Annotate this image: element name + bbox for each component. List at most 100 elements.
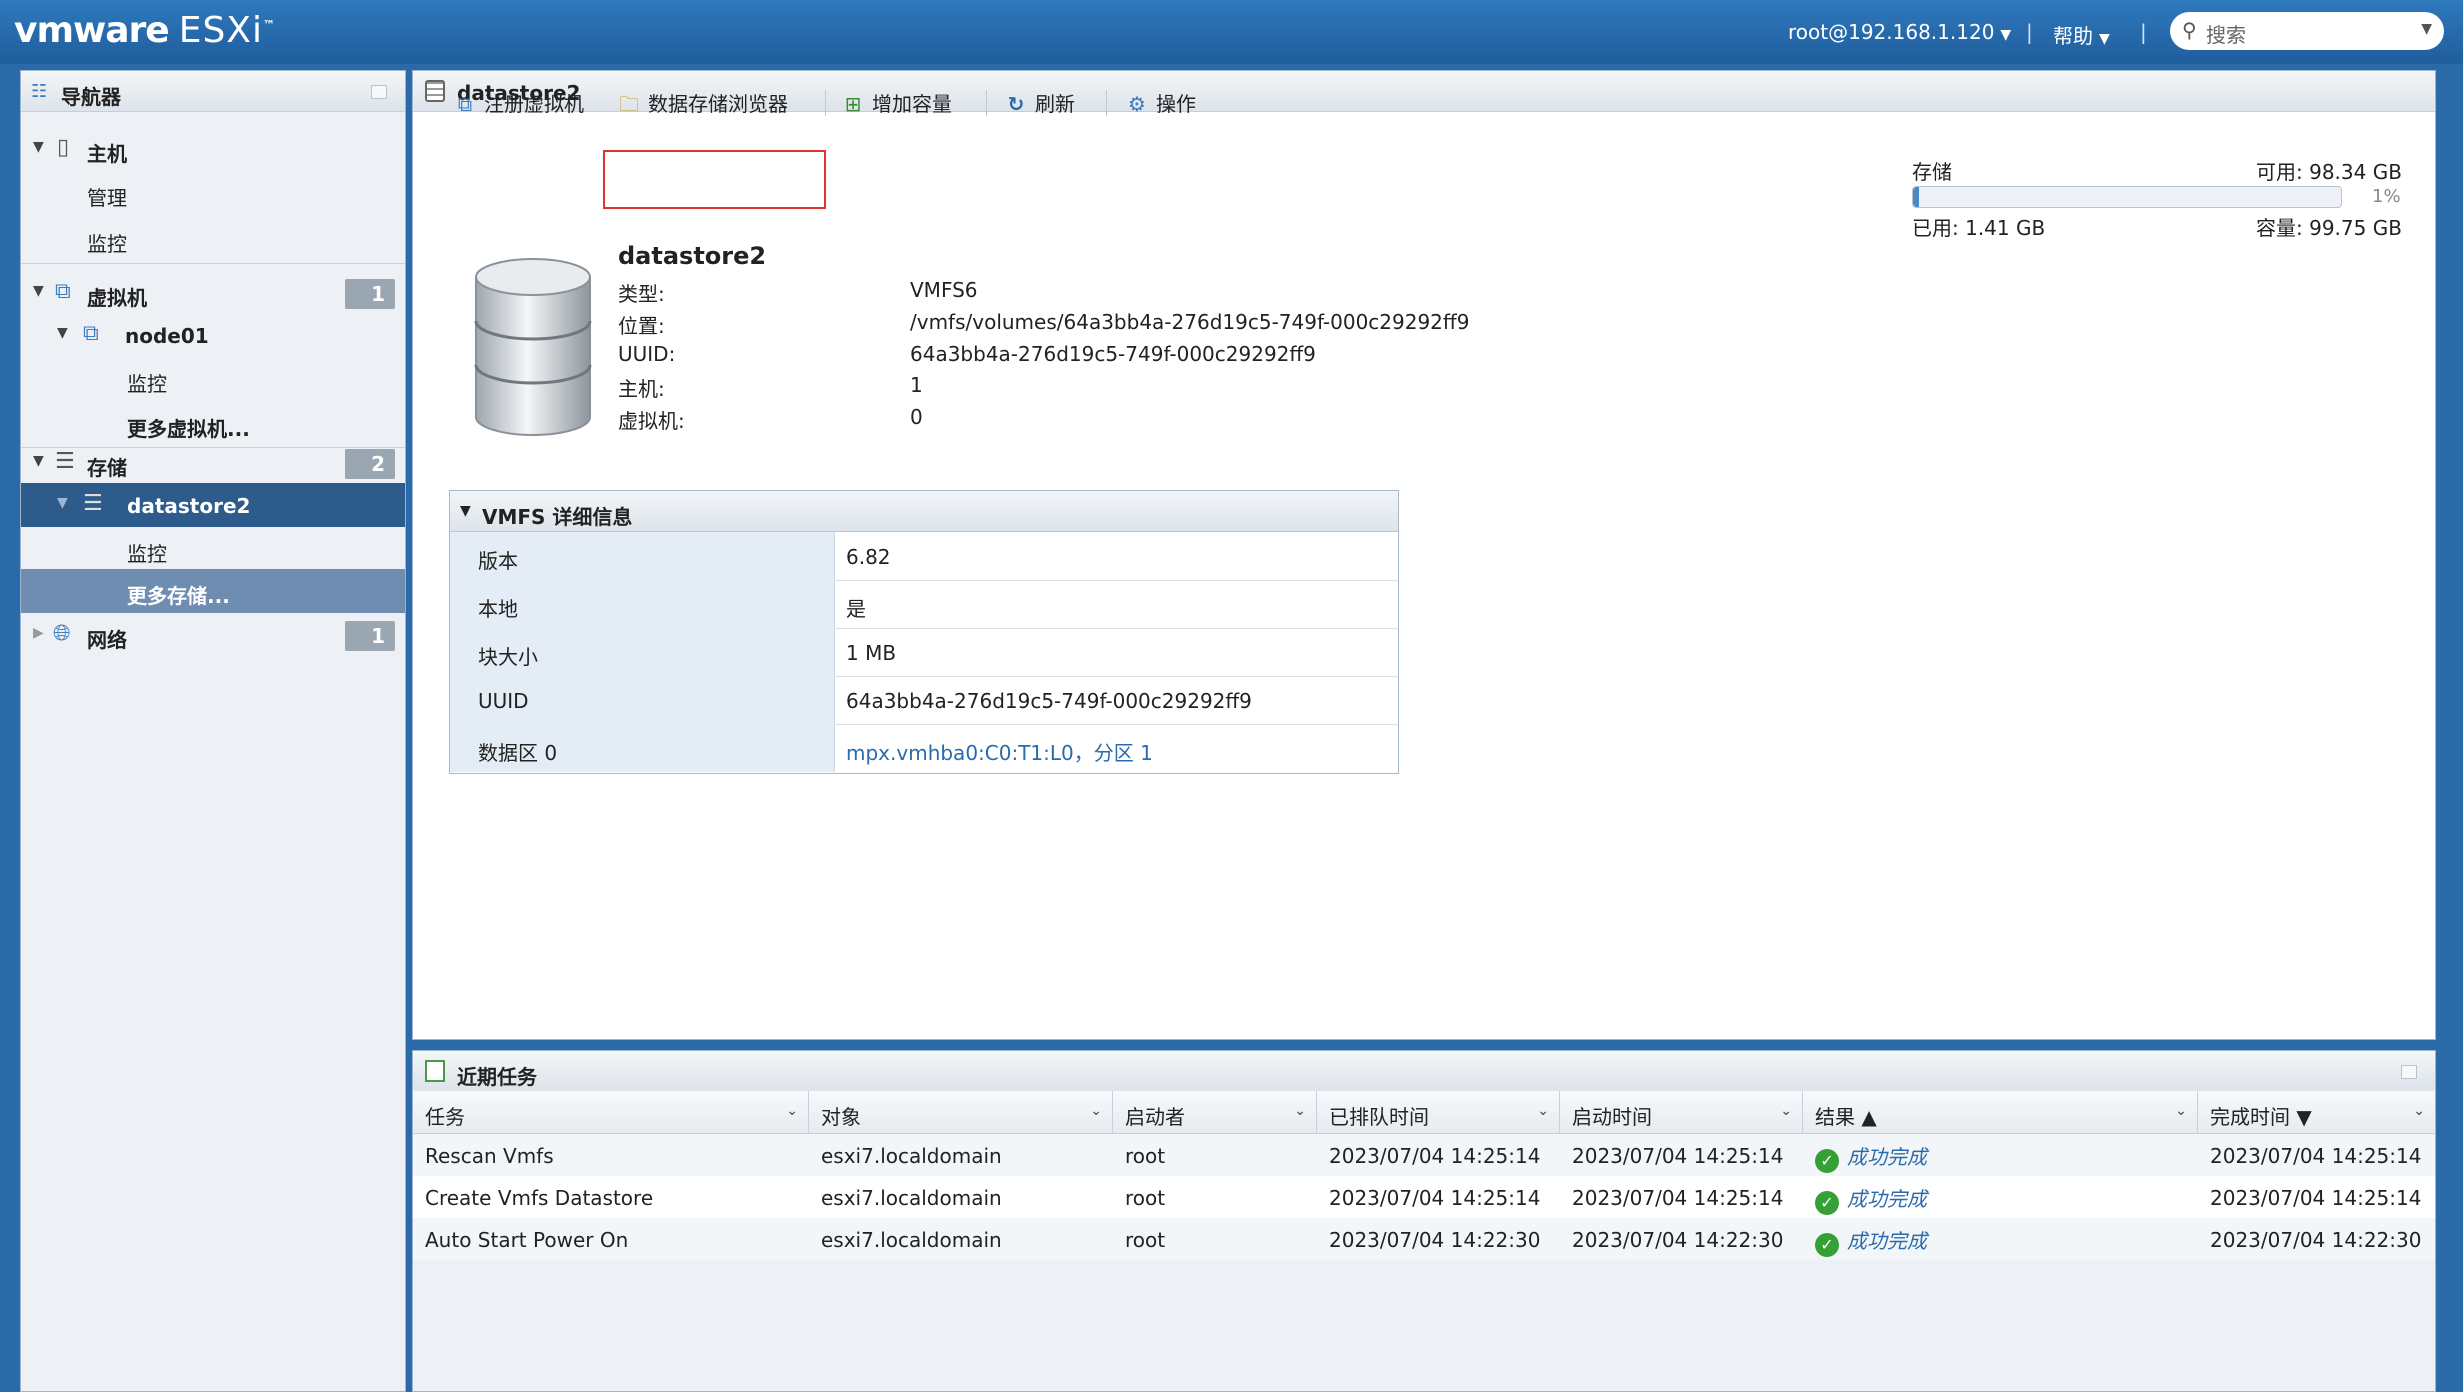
column-header-task[interactable]: 任务 ⌄ (413, 1091, 809, 1133)
vmfs-key: 本地 (478, 597, 518, 621)
navigator-header: ☷ 导航器 (21, 71, 405, 112)
caret-down-icon[interactable]: ▼ (33, 453, 44, 469)
vmfs-row: 块大小 1 MB (450, 628, 1398, 677)
extent-link[interactable]: mpx.vmhba0:C0:T1:L0，分区 1 (846, 737, 1153, 766)
search-placeholder: 搜索 (2206, 23, 2246, 47)
user-menu-label: root@192.168.1.120 (1788, 20, 1995, 44)
task-initiator: root (1125, 1144, 1166, 1168)
column-header-started[interactable]: 启动时间 ⌄ (1560, 1091, 1803, 1133)
nav-item-label: 更多存储... (127, 584, 230, 608)
search-input[interactable]: ⚲ 搜索 ▼ (2170, 12, 2444, 50)
task-target[interactable]: esxi7.localdomain (821, 1144, 1002, 1168)
summary-label: UUID: (618, 342, 676, 366)
task-queued-time: 2023/07/04 14:22:30 (1329, 1228, 1541, 1252)
vm-icon: ⧉ (55, 279, 71, 304)
task-row[interactable]: Auto Start Power On esxi7.localdomain ro… (413, 1218, 2435, 1260)
nav-item-more-vms[interactable]: 更多虚拟机... (21, 402, 405, 446)
summary-value: 1 (910, 373, 923, 397)
nav-item-host-manage[interactable]: 管理 (21, 171, 405, 215)
navigator-icon: ☷ (31, 81, 48, 102)
nav-item-storage[interactable]: ▼ ☰ 存储 2 (21, 441, 405, 485)
chevron-down-icon[interactable]: ⌄ (1090, 1103, 1102, 1119)
user-menu[interactable]: root@192.168.1.120 ▼ (1788, 20, 2011, 44)
nav-item-label: 管理 (87, 186, 127, 210)
help-menu[interactable]: 帮助 ▼ (2053, 20, 2110, 49)
actions-label: 操作 (1156, 92, 1196, 116)
logo-esxi-text: ESXi (178, 10, 263, 51)
nav-item-vms[interactable]: ▼ ⧉ 虚拟机 1 (21, 271, 405, 315)
nav-item-network[interactable]: ▶ 🌐︎ 网络 1 (21, 613, 405, 657)
vmfs-row: 本地 是 (450, 580, 1398, 629)
register-vm-button[interactable]: ⧉ 注册虚拟机 (452, 88, 584, 117)
column-header-result[interactable]: 结果 ▲ ⌄ (1803, 1091, 2198, 1133)
task-name: Auto Start Power On (425, 1228, 629, 1252)
vmfs-key: 数据区 0 (478, 741, 558, 765)
column-header-completed[interactable]: 完成时间 ▼ ⌄ (2198, 1091, 2435, 1133)
refresh-button[interactable]: ↻ 刷新 (1003, 88, 1075, 117)
summary-value: 0 (910, 405, 923, 429)
nav-item-host[interactable]: ▼ ▯ 主机 (21, 127, 405, 171)
chevron-down-icon[interactable]: ⌄ (1780, 1103, 1792, 1119)
summary-value: /vmfs/volumes/64a3bb4a-276d19c5-749f-000… (910, 310, 1470, 334)
nav-item-vm-node01[interactable]: ▼ ⧉ node01 (21, 313, 405, 357)
task-result: 成功完成 (1847, 1145, 1927, 1169)
actions-button[interactable]: ⚙ 操作 (1124, 88, 1196, 117)
increase-capacity-button[interactable]: ⊞ 增加容量 (840, 88, 952, 117)
search-icon: ⚲ (2182, 18, 2197, 42)
caret-down-icon[interactable]: ▼ (57, 325, 68, 341)
caret-down-icon[interactable]: ▼ (57, 495, 68, 511)
summary-label: 类型: (618, 282, 665, 306)
recent-tasks-panel: 近期任务 任务 ⌄ 对象 ⌄ 启动者 ⌄ 已排队时间 ⌄ 启动时间 ⌄ 结果 ▲ ⌄ 完成时… (412, 1050, 2436, 1392)
datastore-name: datastore2 (618, 242, 767, 270)
nav-item-vm-monitor[interactable]: 监控 (21, 357, 405, 401)
task-start-time: 2023/07/04 14:22:30 (1572, 1228, 1784, 1252)
vmfs-details-portlet: ▼ VMFS 详细信息 版本 6.82 本地 是 块大小 1 MB UUID 6… (449, 490, 1399, 774)
minimize-icon[interactable] (371, 85, 387, 99)
chevron-down-icon[interactable]: ▼ (2421, 21, 2432, 37)
caret-down-icon[interactable]: ▼ (33, 283, 44, 299)
column-header-target[interactable]: 对象 ⌄ (809, 1091, 1113, 1133)
navigator-panel: ☷ 导航器 ▼ ▯ 主机 管理 监控 ▼ ⧉ 虚拟机 1 ▼ ⧉ node01 … (20, 70, 406, 1392)
caret-down-icon[interactable]: ▼ (33, 139, 44, 155)
count-badge: 1 (345, 279, 395, 309)
task-completed-time: 2023/07/04 14:22:30 (2210, 1228, 2422, 1252)
task-target[interactable]: esxi7.localdomain (821, 1186, 1002, 1210)
chevron-down-icon[interactable]: ⌄ (2413, 1103, 2425, 1119)
minimize-icon[interactable] (2401, 1065, 2417, 1079)
task-row[interactable]: Create Vmfs Datastore esxi7.localdomain … (413, 1176, 2435, 1218)
task-row[interactable]: Rescan Vmfs esxi7.localdomain root 2023/… (413, 1134, 2435, 1176)
task-name: Create Vmfs Datastore (425, 1186, 654, 1210)
nav-item-host-monitor[interactable]: 监控 (21, 217, 405, 261)
vmfs-key: 版本 (478, 549, 518, 573)
gear-icon: ⚙ (1128, 92, 1146, 116)
vmfs-details-header[interactable]: ▼ VMFS 详细信息 (450, 491, 1398, 532)
chevron-down-icon[interactable]: ⌄ (1294, 1103, 1306, 1119)
column-header-label: 已排队时间 (1329, 1105, 1429, 1129)
storage-usage-bar (1912, 186, 2342, 208)
task-target[interactable]: esxi7.localdomain (821, 1228, 1002, 1252)
datastore-browser-button[interactable]: 🗀︎ 数据存储浏览器 (616, 88, 788, 124)
datastore-icon (425, 80, 445, 102)
column-header-label: 结果 ▲ (1815, 1105, 1877, 1129)
task-result: 成功完成 (1847, 1187, 1927, 1211)
chevron-down-icon: ▼ (2099, 31, 2110, 47)
nav-item-datastore2[interactable]: ▼ ☰ datastore2 (21, 483, 405, 527)
column-header-label: 任务 (425, 1105, 465, 1129)
caret-right-icon[interactable]: ▶ (33, 625, 44, 641)
chevron-down-icon[interactable]: ⌄ (786, 1103, 798, 1119)
summary-value: 64a3bb4a-276d19c5-749f-000c29292ff9 (910, 342, 1316, 366)
column-header-queued[interactable]: 已排队时间 ⌄ (1317, 1091, 1560, 1133)
chevron-down-icon[interactable]: ⌄ (2175, 1103, 2187, 1119)
caret-down-icon[interactable]: ▼ (460, 503, 471, 519)
datastore-icon: ☰ (83, 491, 103, 516)
storage-capacity: 容量: 99.75 GB (2256, 216, 2402, 240)
chevron-down-icon[interactable]: ⌄ (1537, 1103, 1549, 1119)
host-icon: ▯ (57, 135, 70, 160)
top-divider: | (2140, 20, 2147, 44)
nav-item-more-storage[interactable]: 更多存储... (21, 569, 405, 613)
tasks-checklist-icon (425, 1060, 445, 1082)
nav-item-datastore-monitor[interactable]: 监控 (21, 527, 405, 571)
nav-item-label: 虚拟机 (87, 286, 147, 310)
register-vm-icon: ⧉ (457, 92, 473, 116)
column-header-initiator[interactable]: 启动者 ⌄ (1113, 1091, 1317, 1133)
